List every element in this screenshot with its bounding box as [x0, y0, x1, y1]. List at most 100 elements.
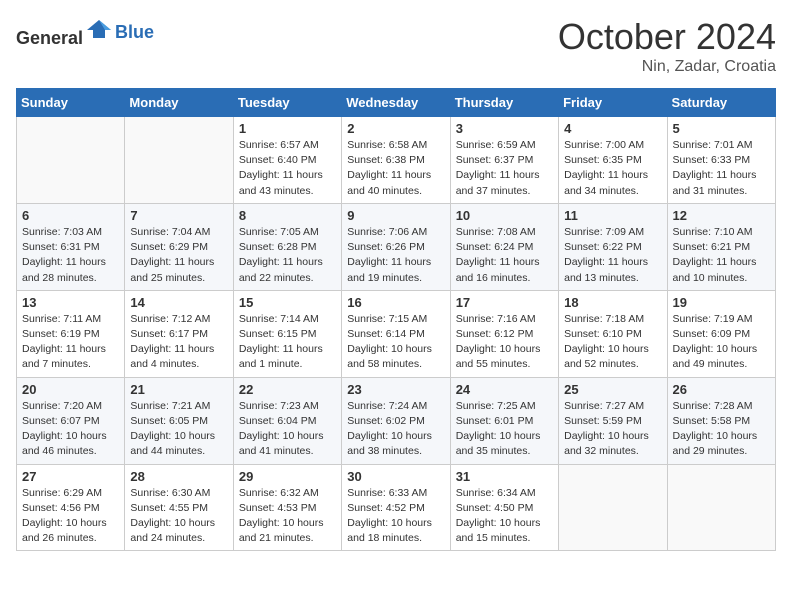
day-info: Sunrise: 7:12 AM Sunset: 6:17 PM Dayligh… [130, 312, 227, 373]
day-info: Sunrise: 6:30 AM Sunset: 4:55 PM Dayligh… [130, 486, 227, 547]
calendar-cell: 21 Sunrise: 7:21 AM Sunset: 6:05 PM Dayli… [125, 377, 233, 464]
calendar-header-row: SundayMondayTuesdayWednesdayThursdayFrid… [17, 89, 776, 117]
day-info: Sunrise: 7:05 AM Sunset: 6:28 PM Dayligh… [239, 225, 336, 286]
day-number: 2 [347, 121, 444, 136]
day-number: 6 [22, 208, 119, 223]
day-number: 12 [673, 208, 770, 223]
day-number: 23 [347, 382, 444, 397]
day-info: Sunrise: 7:00 AM Sunset: 6:35 PM Dayligh… [564, 138, 661, 199]
calendar-cell: 12 Sunrise: 7:10 AM Sunset: 6:21 PM Dayli… [667, 203, 775, 290]
day-number: 20 [22, 382, 119, 397]
logo: General Blue [16, 16, 154, 49]
calendar-cell: 29Sunrise: 6:32 AM Sunset: 4:53 PM Dayli… [233, 464, 341, 551]
col-header-saturday: Saturday [667, 89, 775, 117]
day-number: 17 [456, 295, 553, 310]
day-number: 8 [239, 208, 336, 223]
day-number: 4 [564, 121, 661, 136]
day-info: Sunrise: 7:01 AM Sunset: 6:33 PM Dayligh… [673, 138, 770, 199]
logo-bird-icon [85, 16, 113, 44]
day-info: Sunrise: 7:19 AM Sunset: 6:09 PM Dayligh… [673, 312, 770, 373]
day-info: Sunrise: 7:06 AM Sunset: 6:26 PM Dayligh… [347, 225, 444, 286]
calendar-table: SundayMondayTuesdayWednesdayThursdayFrid… [16, 88, 776, 551]
day-number: 10 [456, 208, 553, 223]
day-info: Sunrise: 6:33 AM Sunset: 4:52 PM Dayligh… [347, 486, 444, 547]
page-header: General Blue October 2024 Nin, Zadar, Cr… [16, 16, 776, 76]
calendar-cell: 26 Sunrise: 7:28 AM Sunset: 5:58 PM Dayli… [667, 377, 775, 464]
calendar-cell: 5 Sunrise: 7:01 AM Sunset: 6:33 PM Daylig… [667, 117, 775, 204]
calendar-cell [17, 117, 125, 204]
calendar-cell [125, 117, 233, 204]
day-info: Sunrise: 7:27 AM Sunset: 5:59 PM Dayligh… [564, 399, 661, 460]
calendar-cell: 4 Sunrise: 7:00 AM Sunset: 6:35 PM Daylig… [559, 117, 667, 204]
calendar-week-row: 27 Sunrise: 6:29 AM Sunset: 4:56 PM Dayli… [17, 464, 776, 551]
day-number: 7 [130, 208, 227, 223]
col-header-thursday: Thursday [450, 89, 558, 117]
day-info: Sunrise: 7:10 AM Sunset: 6:21 PM Dayligh… [673, 225, 770, 286]
location-subtitle: Nin, Zadar, Croatia [558, 58, 776, 76]
day-info: Sunrise: 7:23 AM Sunset: 6:04 PM Dayligh… [239, 399, 336, 460]
title-block: October 2024 Nin, Zadar, Croatia [558, 16, 776, 76]
day-number: 13 [22, 295, 119, 310]
calendar-week-row: 6 Sunrise: 7:03 AM Sunset: 6:31 PM Daylig… [17, 203, 776, 290]
day-number: 28 [130, 469, 227, 484]
col-header-tuesday: Tuesday [233, 89, 341, 117]
day-info: Sunrise: 7:18 AM Sunset: 6:10 PM Dayligh… [564, 312, 661, 373]
day-info: Sunrise: 7:24 AM Sunset: 6:02 PM Dayligh… [347, 399, 444, 460]
calendar-cell: 14Sunrise: 7:12 AM Sunset: 6:17 PM Dayli… [125, 290, 233, 377]
calendar-cell: 18 Sunrise: 7:18 AM Sunset: 6:10 PM Dayli… [559, 290, 667, 377]
day-number: 9 [347, 208, 444, 223]
day-info: Sunrise: 7:15 AM Sunset: 6:14 PM Dayligh… [347, 312, 444, 373]
day-info: Sunrise: 7:21 AM Sunset: 6:05 PM Dayligh… [130, 399, 227, 460]
day-number: 22 [239, 382, 336, 397]
calendar-cell: 25Sunrise: 7:27 AM Sunset: 5:59 PM Dayli… [559, 377, 667, 464]
day-number: 5 [673, 121, 770, 136]
day-info: Sunrise: 6:32 AM Sunset: 4:53 PM Dayligh… [239, 486, 336, 547]
day-number: 3 [456, 121, 553, 136]
day-info: Sunrise: 7:09 AM Sunset: 6:22 PM Dayligh… [564, 225, 661, 286]
day-info: Sunrise: 6:29 AM Sunset: 4:56 PM Dayligh… [22, 486, 119, 547]
day-number: 24 [456, 382, 553, 397]
day-number: 1 [239, 121, 336, 136]
calendar-cell: 16 Sunrise: 7:15 AM Sunset: 6:14 PM Dayli… [342, 290, 450, 377]
day-info: Sunrise: 7:08 AM Sunset: 6:24 PM Dayligh… [456, 225, 553, 286]
col-header-wednesday: Wednesday [342, 89, 450, 117]
logo-general: General [16, 28, 83, 48]
day-number: 18 [564, 295, 661, 310]
day-number: 30 [347, 469, 444, 484]
calendar-cell: 7 Sunrise: 7:04 AM Sunset: 6:29 PM Daylig… [125, 203, 233, 290]
day-number: 26 [673, 382, 770, 397]
day-number: 21 [130, 382, 227, 397]
calendar-cell: 11 Sunrise: 7:09 AM Sunset: 6:22 PM Dayli… [559, 203, 667, 290]
calendar-cell: 27 Sunrise: 6:29 AM Sunset: 4:56 PM Dayli… [17, 464, 125, 551]
day-info: Sunrise: 7:14 AM Sunset: 6:15 PM Dayligh… [239, 312, 336, 373]
calendar-cell: 13Sunrise: 7:11 AM Sunset: 6:19 PM Dayli… [17, 290, 125, 377]
calendar-cell: 1 Sunrise: 6:57 AM Sunset: 6:40 PM Daylig… [233, 117, 341, 204]
calendar-cell [559, 464, 667, 551]
day-number: 16 [347, 295, 444, 310]
day-info: Sunrise: 7:20 AM Sunset: 6:07 PM Dayligh… [22, 399, 119, 460]
calendar-cell: 10 Sunrise: 7:08 AM Sunset: 6:24 PM Dayli… [450, 203, 558, 290]
day-info: Sunrise: 7:28 AM Sunset: 5:58 PM Dayligh… [673, 399, 770, 460]
calendar-cell: 23 Sunrise: 7:24 AM Sunset: 6:02 PM Dayli… [342, 377, 450, 464]
day-info: Sunrise: 7:16 AM Sunset: 6:12 PM Dayligh… [456, 312, 553, 373]
col-header-monday: Monday [125, 89, 233, 117]
calendar-cell: 2 Sunrise: 6:58 AM Sunset: 6:38 PM Daylig… [342, 117, 450, 204]
calendar-cell: 20 Sunrise: 7:20 AM Sunset: 6:07 PM Dayli… [17, 377, 125, 464]
day-info: Sunrise: 6:58 AM Sunset: 6:38 PM Dayligh… [347, 138, 444, 199]
month-year-title: October 2024 [558, 16, 776, 58]
calendar-week-row: 13Sunrise: 7:11 AM Sunset: 6:19 PM Dayli… [17, 290, 776, 377]
day-number: 27 [22, 469, 119, 484]
calendar-week-row: 1 Sunrise: 6:57 AM Sunset: 6:40 PM Daylig… [17, 117, 776, 204]
day-info: Sunrise: 7:03 AM Sunset: 6:31 PM Dayligh… [22, 225, 119, 286]
calendar-cell: 28 Sunrise: 6:30 AM Sunset: 4:55 PM Dayli… [125, 464, 233, 551]
calendar-cell: 8 Sunrise: 7:05 AM Sunset: 6:28 PM Daylig… [233, 203, 341, 290]
calendar-cell: 31Sunrise: 6:34 AM Sunset: 4:50 PM Dayli… [450, 464, 558, 551]
day-info: Sunrise: 6:57 AM Sunset: 6:40 PM Dayligh… [239, 138, 336, 199]
day-info: Sunrise: 7:04 AM Sunset: 6:29 PM Dayligh… [130, 225, 227, 286]
calendar-cell: 3 Sunrise: 6:59 AM Sunset: 6:37 PM Daylig… [450, 117, 558, 204]
day-info: Sunrise: 6:59 AM Sunset: 6:37 PM Dayligh… [456, 138, 553, 199]
calendar-cell: 30 Sunrise: 6:33 AM Sunset: 4:52 PM Dayli… [342, 464, 450, 551]
day-number: 11 [564, 208, 661, 223]
calendar-cell [667, 464, 775, 551]
calendar-cell: 24Sunrise: 7:25 AM Sunset: 6:01 PM Dayli… [450, 377, 558, 464]
